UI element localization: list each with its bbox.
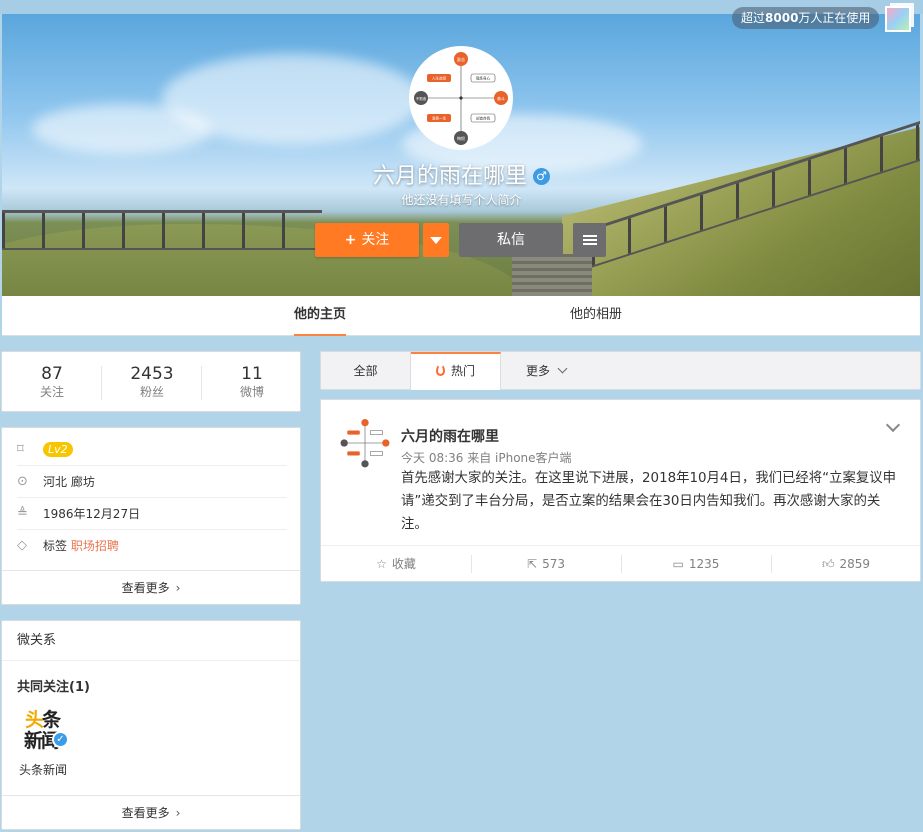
- avatar-node-tl: 人生选择: [432, 76, 447, 81]
- relations-title: 微关系: [17, 633, 57, 648]
- profile-name: 六月的雨在哪里: [372, 164, 527, 189]
- tab-home[interactable]: 他的主页: [294, 296, 347, 336]
- info-level: ⌑ Lv2: [17, 436, 287, 466]
- avatar-node-tr: 锻炼身心: [476, 76, 491, 81]
- post-author-avatar[interactable]: [340, 418, 390, 468]
- mind-map-avatar-small: [340, 419, 390, 468]
- tag-label: 标签: [43, 539, 68, 553]
- post-meta: 今天 08:36 来自 iPhone客户端: [401, 451, 572, 465]
- skin-icon[interactable]: [885, 6, 911, 32]
- repost-button[interactable]: ⇱ 573: [471, 546, 621, 582]
- post-author-name[interactable]: 六月的雨在哪里: [401, 426, 499, 446]
- info-card: ⌑ Lv2 ⊙ 河北 廊坊 ≜ 1986年12月27日 ◇ 标签 职场招聘 查看…: [1, 427, 301, 605]
- location-pin-icon: ⊙: [17, 474, 28, 489]
- stat-following[interactable]: 87 关注: [2, 364, 102, 400]
- plus-icon: +: [344, 232, 357, 248]
- star-icon: ☆: [376, 557, 387, 571]
- profile-name-row: 六月的雨在哪里 ♂: [0, 158, 923, 190]
- more-label: 更多: [525, 364, 550, 378]
- mind-map-avatar: 励志 悔恨 不勤奋 奋斗 人生选择 锻炼身心 浪费一生 创造自我: [414, 52, 508, 145]
- thumbs-up-icon: 👍︎: [821, 557, 835, 571]
- post-actions: ☆ 收藏 ⇱ 573 ▭ 1235 👍︎ 2859: [321, 545, 920, 581]
- cake-icon: ≜: [17, 506, 28, 521]
- profile-tab-bar: 他的主页 他的相册: [2, 296, 920, 336]
- see-more-label: 查看更多: [121, 581, 170, 595]
- stat-number: 2453: [130, 364, 174, 384]
- account-name-link[interactable]: 头条新闻: [19, 761, 67, 778]
- level-badge[interactable]: Lv2: [43, 442, 73, 457]
- usage-count: 8000: [765, 11, 799, 25]
- post-text: 首先感谢大家的关注。在这里说下进展，2018年10月4日，我们已经将“立案复议申…: [401, 471, 897, 532]
- male-icon: ♂: [533, 168, 550, 185]
- menu-icon: [583, 239, 597, 241]
- chevron-down-icon: [557, 363, 568, 374]
- filter-tab-hot[interactable]: 热门: [411, 352, 501, 390]
- comment-icon: ▭: [672, 557, 684, 571]
- tab-album[interactable]: 他的相册: [570, 296, 622, 336]
- cloud: [32, 104, 212, 154]
- chevron-right-icon: ›: [175, 581, 181, 595]
- share-icon: ⇱: [527, 557, 538, 571]
- verified-icon: ✓: [52, 731, 69, 748]
- like-button[interactable]: 👍︎ 2859: [771, 546, 921, 582]
- info-see-more-link[interactable]: 查看更多 ›: [2, 570, 300, 604]
- info-location: ⊙ 河北 廊坊: [17, 468, 287, 498]
- comment-count: 1235: [688, 557, 720, 571]
- stat-label: 关注: [39, 385, 64, 399]
- stat-number: 11: [241, 364, 263, 384]
- avatar-node-left: 不勤奋: [416, 96, 427, 101]
- stat-label: 微博: [239, 385, 264, 399]
- repost-count: 573: [542, 557, 565, 571]
- favorite-label: 收藏: [391, 557, 416, 571]
- menu-icon: [583, 235, 597, 237]
- profile-avatar[interactable]: 励志 悔恨 不勤奋 奋斗 人生选择 锻炼身心 浪费一生 创造自我: [409, 46, 513, 150]
- toutiao-avatar[interactable]: 头条 新闻 ✓: [19, 705, 71, 752]
- usage-prefix: 超过: [741, 11, 766, 25]
- chevron-right-icon: ›: [175, 806, 181, 820]
- bookmark-icon: ⌑: [17, 442, 24, 457]
- post-options-chevron-icon[interactable]: [885, 417, 901, 433]
- tag-link[interactable]: 职场招聘: [71, 539, 119, 553]
- comment-button[interactable]: ▭ 1235: [621, 546, 771, 582]
- profile-bio: 他还没有填写个人简介: [401, 193, 522, 207]
- relations-see-more-link[interactable]: 查看更多 ›: [2, 795, 300, 829]
- fence: [2, 210, 322, 250]
- stats-card: 87 关注 2453 粉丝 11 微博: [1, 351, 301, 412]
- birthday-text: 1986年12月27日: [43, 507, 141, 521]
- like-count: 2859: [839, 557, 871, 571]
- relations-card: 微关系 共同关注(1) 头条 新闻 ✓ 头条新闻 查看更多 ›: [1, 620, 301, 830]
- info-birthday: ≜ 1986年12月27日: [17, 500, 287, 530]
- message-button[interactable]: 私信: [459, 223, 563, 257]
- tag-icon: ◇: [17, 538, 27, 553]
- avatar-node-bottom: 悔恨: [457, 135, 465, 141]
- follow-label: 关注: [361, 232, 390, 248]
- stat-followers[interactable]: 2453 粉丝: [102, 364, 202, 400]
- hot-label: 热门: [450, 364, 475, 378]
- follow-dropdown-button[interactable]: [423, 223, 449, 257]
- common-follow-heading: 共同关注(1): [17, 680, 90, 695]
- favorite-button[interactable]: ☆ 收藏: [321, 546, 471, 582]
- stat-label: 粉丝: [139, 385, 164, 399]
- more-menu-button[interactable]: [573, 223, 606, 257]
- filter-tab-more[interactable]: 更多: [501, 352, 591, 390]
- avatar-node-right: 奋斗: [497, 95, 505, 101]
- usage-suffix: 万人正在使用: [798, 11, 871, 25]
- filter-tab-all[interactable]: 全部: [321, 352, 411, 390]
- divider: [2, 660, 300, 661]
- avatar-node-bl: 浪费一生: [432, 116, 447, 121]
- info-tags: ◇ 标签 职场招聘: [17, 532, 287, 562]
- follow-button[interactable]: + 关注: [315, 223, 419, 257]
- location-text: 河北 廊坊: [43, 475, 95, 489]
- usage-badge: 超过8000万人正在使用: [732, 7, 880, 29]
- feed-filter-bar: 全部 热门 更多: [320, 351, 921, 390]
- see-more-label: 查看更多: [121, 806, 170, 820]
- stat-posts[interactable]: 11 微博: [202, 364, 302, 400]
- feed-post: 六月的雨在哪里 今天 08:36 来自 iPhone客户端 首先感谢大家的关注。…: [320, 399, 921, 582]
- flame-icon: [435, 364, 445, 376]
- menu-icon: [583, 243, 597, 245]
- stairs: [512, 254, 592, 296]
- avatar-node-br: 创造自我: [476, 116, 491, 121]
- stat-number: 87: [41, 364, 63, 384]
- avatar-node-top: 励志: [457, 56, 465, 62]
